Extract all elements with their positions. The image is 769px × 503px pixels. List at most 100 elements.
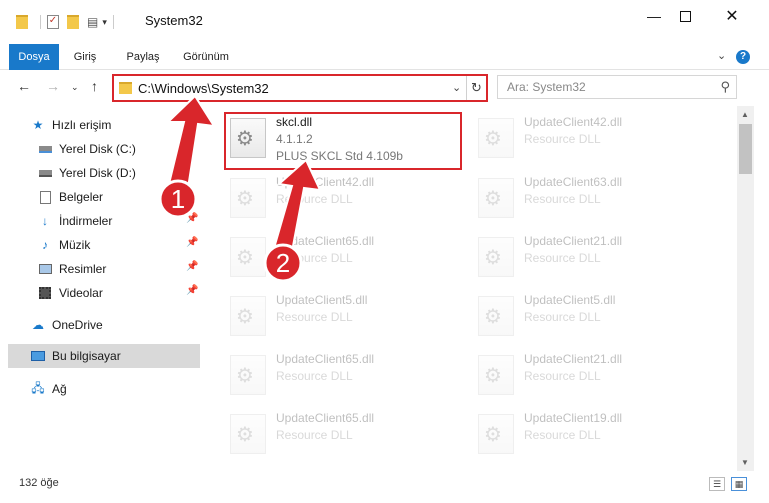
gear-icon: ⚙: [484, 365, 502, 387]
gear-icon: ⚙: [484, 424, 502, 446]
up-arrow-icon[interactable]: ↑: [91, 78, 98, 94]
search-box[interactable]: Ara: System32 ⚲: [497, 75, 737, 99]
sidebar-item-downloads[interactable]: ↓ İndirmeler 📌: [37, 209, 200, 233]
file-description: Resource DLL: [524, 369, 601, 383]
file-description: Resource DLL: [276, 428, 353, 442]
scrollbar-thumb[interactable]: [739, 124, 752, 174]
sidebar-item-this-pc[interactable]: Bu bilgisayar: [8, 344, 200, 368]
close-button[interactable]: ✕: [709, 0, 755, 32]
file-tile[interactable]: ⚙ UpdateClient63.dll Resource DLL: [470, 172, 700, 224]
music-icon: ♪: [42, 238, 48, 252]
folder-icon: [119, 82, 132, 94]
gear-icon: ⚙: [236, 365, 254, 387]
drive-icon: [37, 142, 53, 156]
gear-icon: ⚙: [236, 247, 254, 269]
gear-icon: ⚙: [236, 188, 254, 210]
pin-icon: 📌: [186, 261, 199, 272]
file-name: UpdateClient65.dll: [276, 411, 375, 425]
tab-dosya[interactable]: Dosya: [9, 44, 59, 70]
drive-icon: [37, 166, 53, 180]
file-tile[interactable]: ⚙ UpdateClient21.dll Resource DLL: [470, 231, 700, 283]
sidebar-item-music[interactable]: ♪ Müzik 📌: [37, 233, 200, 257]
file-name: UpdateClient42.dll: [276, 175, 375, 189]
file-tile[interactable]: ⚙ UpdateClient21.dll Resource DLL: [470, 349, 700, 401]
tiles-view-icon[interactable]: ▦: [731, 477, 747, 491]
file-description: Resource DLL: [524, 192, 601, 206]
file-name: UpdateClient5.dll: [524, 293, 616, 307]
maximize-icon: [679, 10, 691, 22]
file-tile[interactable]: ⚙ UpdateClient5.dll Resource DLL: [222, 290, 452, 342]
search-input[interactable]: Ara: System32: [507, 80, 586, 94]
sidebar-item-videos[interactable]: Videolar 📌: [37, 281, 200, 305]
sidebar-item-network[interactable]: 🖧 Ağ: [30, 377, 200, 401]
vertical-scrollbar[interactable]: ▲ ▼: [737, 106, 754, 471]
properties-icon[interactable]: ✓: [47, 15, 59, 29]
file-name: UpdateClient21.dll: [524, 352, 623, 366]
file-name: UpdateClient42.dll: [524, 115, 623, 129]
computer-icon: [30, 349, 46, 363]
address-bar[interactable]: C:\Windows\System32 ⌄ ↻: [112, 74, 488, 102]
pictures-icon: [37, 262, 53, 276]
tab-gorunum[interactable]: Görünüm: [178, 44, 234, 70]
help-icon[interactable]: ?: [736, 50, 750, 64]
file-name: UpdateClient19.dll: [524, 411, 623, 425]
file-tile[interactable]: ⚙ UpdateClient19.dll Resource DLL: [470, 408, 700, 460]
item-count: 132 öğe: [19, 477, 59, 489]
folder-icon[interactable]: [16, 15, 28, 29]
sidebar-item-disk-d[interactable]: Yerel Disk (D:): [37, 161, 200, 185]
pin-icon: 📌: [186, 285, 199, 296]
chevron-down-icon[interactable]: ▾: [102, 17, 107, 28]
file-tile[interactable]: ⚙ UpdateClient5.dll Resource DLL: [470, 290, 700, 342]
customize-icon[interactable]: ▤: [87, 15, 98, 29]
back-arrow-icon[interactable]: ←: [17, 78, 31, 94]
gear-icon: ⚙: [484, 188, 502, 210]
sidebar-item-documents[interactable]: Belgeler: [37, 185, 200, 209]
status-bar: 132 öğe ☰ ▦: [0, 471, 769, 503]
sidebar-item-quick-access[interactable]: ★ Hızlı erişim: [30, 113, 200, 137]
scroll-down-icon[interactable]: ▼: [741, 458, 749, 467]
forward-arrow-icon[interactable]: →: [46, 78, 60, 94]
sidebar-item-disk-c[interactable]: Yerel Disk (C:): [37, 137, 200, 161]
file-name: UpdateClient21.dll: [524, 234, 623, 248]
scroll-up-icon[interactable]: ▲: [741, 110, 749, 119]
gear-icon: ⚙: [484, 306, 502, 328]
file-name: UpdateClient5.dll: [276, 293, 368, 307]
file-description: Resource DLL: [276, 310, 353, 324]
window-title: System32: [145, 13, 203, 28]
gear-icon: ⚙: [484, 128, 502, 150]
refresh-button[interactable]: ↻: [466, 76, 486, 100]
file-description: Resource DLL: [276, 192, 353, 206]
ribbon-tabs: Dosya Giriş Paylaş Görünüm ⌄ ?: [0, 44, 769, 70]
sidebar-item-onedrive[interactable]: ☁ OneDrive: [30, 313, 200, 337]
file-tile[interactable]: ⚙ UpdateClient65.dll Resource DLL: [222, 231, 452, 283]
separator: [40, 15, 41, 29]
new-folder-icon[interactable]: [67, 15, 79, 29]
navigation-bar: ← → ⌄ ↑ C:\Windows\System32 ⌄ ↻ Ara: Sys…: [0, 70, 769, 106]
network-icon: 🖧: [31, 380, 45, 395]
file-name: UpdateClient63.dll: [524, 175, 623, 189]
tab-paylas[interactable]: Paylaş: [120, 44, 166, 70]
search-icon: ⚲: [720, 79, 730, 94]
star-icon: ★: [32, 118, 44, 132]
gear-icon: ⚙: [236, 424, 254, 446]
file-tile[interactable]: ⚙ UpdateClient65.dll Resource DLL: [222, 408, 452, 460]
ribbon-expand-icon[interactable]: ⌄: [717, 49, 726, 62]
file-description: Resource DLL: [276, 369, 353, 383]
file-name: UpdateClient65.dll: [276, 352, 375, 366]
pin-icon: 📌: [186, 237, 199, 248]
file-tile[interactable]: ⚙ UpdateClient42.dll Resource DLL: [222, 172, 452, 224]
quick-access-toolbar: ✓ ▤ ▾: [16, 0, 114, 44]
file-tile[interactable]: ⚙ UpdateClient65.dll Resource DLL: [222, 349, 452, 401]
file-description: Resource DLL: [524, 310, 601, 324]
maximize-button[interactable]: [662, 0, 708, 32]
details-view-icon[interactable]: ☰: [709, 477, 725, 491]
file-tile[interactable]: ⚙ UpdateClient42.dll Resource DLL: [470, 112, 700, 164]
recent-chevron-icon[interactable]: ⌄: [71, 82, 79, 93]
file-description: Resource DLL: [524, 251, 601, 265]
highlight-box: [224, 112, 462, 170]
chevron-down-icon[interactable]: ⌄: [452, 81, 461, 94]
title-bar: ✓ ▤ ▾ System32 — ✕: [0, 0, 769, 44]
address-path: C:\Windows\System32: [138, 81, 269, 96]
sidebar-item-pictures[interactable]: Resimler 📌: [37, 257, 200, 281]
tab-giris[interactable]: Giriş: [65, 44, 105, 70]
